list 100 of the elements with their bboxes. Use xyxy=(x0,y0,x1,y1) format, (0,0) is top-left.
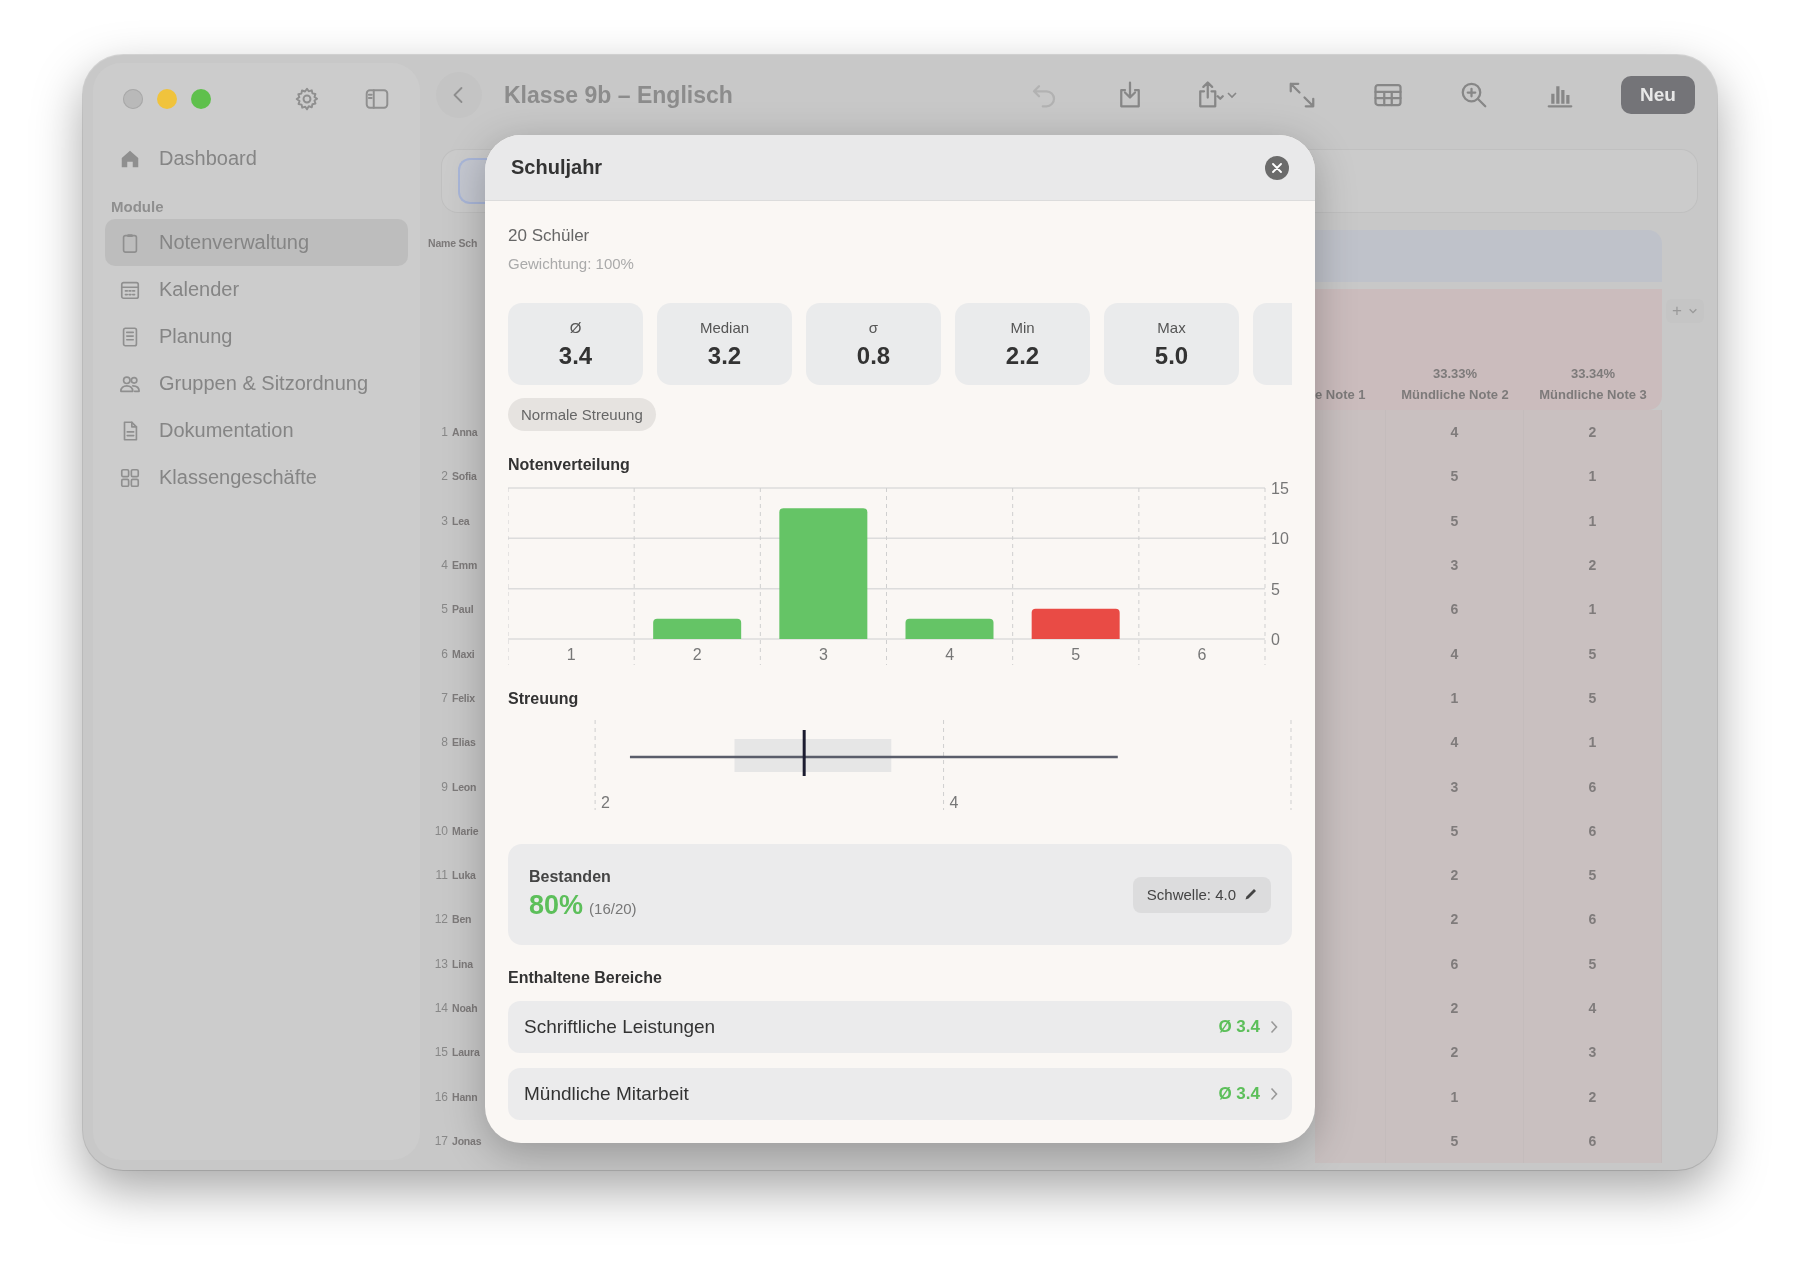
axis-label: 2 xyxy=(692,646,702,663)
student-name: Luka xyxy=(452,869,476,882)
student-name: Felix xyxy=(452,691,475,704)
section-row[interactable]: Mündliche Mitarbeit Ø 3.4 xyxy=(508,1068,1292,1120)
stat-value: 0.8 xyxy=(856,341,891,370)
axis-label: 0 xyxy=(1271,631,1280,648)
sidebar-item[interactable]: Dokumentation xyxy=(105,407,408,454)
student-name: Elias xyxy=(452,736,476,749)
sidebar-item[interactable]: Notenverwaltung xyxy=(105,219,408,266)
grade-cell: 5 xyxy=(1524,941,1662,986)
chevron-right-icon xyxy=(1270,1087,1278,1101)
dialog-title: Schuljahr xyxy=(511,156,603,179)
stat-value: 3.2 xyxy=(707,341,742,370)
column-weight: 33.34% xyxy=(1570,366,1616,381)
sidebar-item[interactable]: Gruppen & Sitzordnung xyxy=(105,360,408,407)
axis-label: 6 xyxy=(1197,646,1207,663)
row-number: 9 xyxy=(441,779,448,794)
sidebar-item[interactable]: Dashboard xyxy=(105,135,408,182)
grade-cell: 5 xyxy=(1386,498,1524,543)
grade-cell: 2 xyxy=(1386,897,1524,942)
section-heading: Notenverteilung xyxy=(508,456,630,474)
row-number: 2 xyxy=(441,469,448,484)
student-name: Anna xyxy=(452,426,478,439)
minimize-window-button[interactable] xyxy=(157,89,177,109)
row-number: 1 xyxy=(441,425,448,440)
grade-cell: 5 xyxy=(1386,454,1524,499)
new-button[interactable]: Neu xyxy=(1621,76,1695,114)
row-number: 10 xyxy=(434,823,448,838)
grade-cell: 2 xyxy=(1524,542,1662,588)
filter-chip[interactable] xyxy=(458,158,488,204)
stat-label: Max xyxy=(1157,318,1186,336)
axis-label: 10 xyxy=(1271,530,1289,548)
section-heading: Module xyxy=(110,197,165,217)
grade-cell: 6 xyxy=(1524,764,1662,809)
axis-label: 5 xyxy=(1271,580,1280,598)
toolbar-button[interactable] xyxy=(294,86,320,112)
stat-label: Min xyxy=(1010,318,1035,336)
grade-cell: 4 xyxy=(1386,631,1524,676)
close-window-button[interactable] xyxy=(123,89,143,109)
grade-cell: 6 xyxy=(1524,897,1662,942)
section-row[interactable]: Schriftliche Leistungen Ø 3.4 xyxy=(508,1001,1292,1053)
sidebar-toggle-icon xyxy=(364,86,390,112)
weighting-label: Gewichtung: 100% xyxy=(508,255,634,272)
threshold-button[interactable]: Schwelle: 4.0 xyxy=(1132,876,1271,913)
student-name: Sofia xyxy=(452,470,477,483)
sidebar-item[interactable]: Planung xyxy=(105,313,408,360)
axis-label: 4 xyxy=(949,794,959,811)
student-name: Emm xyxy=(452,559,478,572)
row-number: 16 xyxy=(434,1089,448,1104)
row-number: 15 xyxy=(434,1045,448,1060)
grade-cell: 1 xyxy=(1524,587,1662,632)
stat-value: 2.2 xyxy=(1005,341,1040,370)
chevron-right-icon xyxy=(1270,1020,1278,1034)
row-number: 14 xyxy=(434,1001,448,1015)
column-weight: 33.33% xyxy=(1432,366,1478,381)
expand-icon xyxy=(1287,80,1317,110)
zoom-in-icon xyxy=(1459,80,1489,110)
grade-cell: 5 xyxy=(1524,675,1662,721)
axis-label: 3 xyxy=(818,646,828,663)
student-name: Leon xyxy=(452,780,477,793)
student-name: Marie xyxy=(452,824,479,837)
pass-count: (16/20) xyxy=(589,900,637,917)
axis-label: 5 xyxy=(1071,646,1081,663)
maximize-window-button[interactable] xyxy=(191,89,211,109)
stat-value: 3.4 xyxy=(558,341,593,370)
pencil-icon xyxy=(1244,888,1257,901)
grade-cell: 1 xyxy=(1386,1074,1524,1119)
grade-cell: 4 xyxy=(1386,410,1524,455)
stat-label: Median xyxy=(699,318,750,336)
stat-value: 5.0 xyxy=(1154,341,1189,370)
toolbar-button[interactable] xyxy=(364,86,390,112)
axis-label: 4 xyxy=(945,646,955,663)
axis-label: 15 xyxy=(1271,480,1289,497)
grade-cell: 5 xyxy=(1524,852,1662,898)
grade-cell: 3 xyxy=(1386,542,1524,588)
student-name: Paul xyxy=(452,603,474,616)
student-name: Noah xyxy=(452,1002,478,1014)
row-number: 17 xyxy=(434,1133,448,1148)
stat-label: σ xyxy=(868,318,879,336)
axis-label: 2 xyxy=(601,794,610,811)
pass-label: Bestanden xyxy=(529,868,611,886)
column-header: Mündliche Note 2 xyxy=(1401,387,1509,402)
sidebar-item[interactable]: Kalender xyxy=(105,266,408,313)
student-name: Lina xyxy=(452,957,473,970)
pass-percent: 80% xyxy=(529,890,584,920)
settings-icon xyxy=(294,86,320,112)
row-number: 4 xyxy=(441,558,448,573)
grade-cell: 2 xyxy=(1386,1030,1524,1075)
close-button[interactable] xyxy=(1265,155,1289,180)
section-heading: Enthaltene Bereiche xyxy=(508,969,662,987)
section-heading: Streuung xyxy=(508,690,579,708)
column-header: Name Sch xyxy=(428,237,478,249)
student-name: Hann xyxy=(452,1090,478,1103)
window-title: Klasse 9b – Englisch xyxy=(504,81,733,109)
grade-cell: 2 xyxy=(1524,1074,1662,1119)
grade-cell: 1 xyxy=(1524,498,1662,543)
sidebar-item[interactable]: Klassengeschäfte xyxy=(105,454,408,501)
grade-cell: 2 xyxy=(1386,852,1524,898)
close-icon xyxy=(1272,162,1282,173)
row-number: 7 xyxy=(441,690,448,705)
